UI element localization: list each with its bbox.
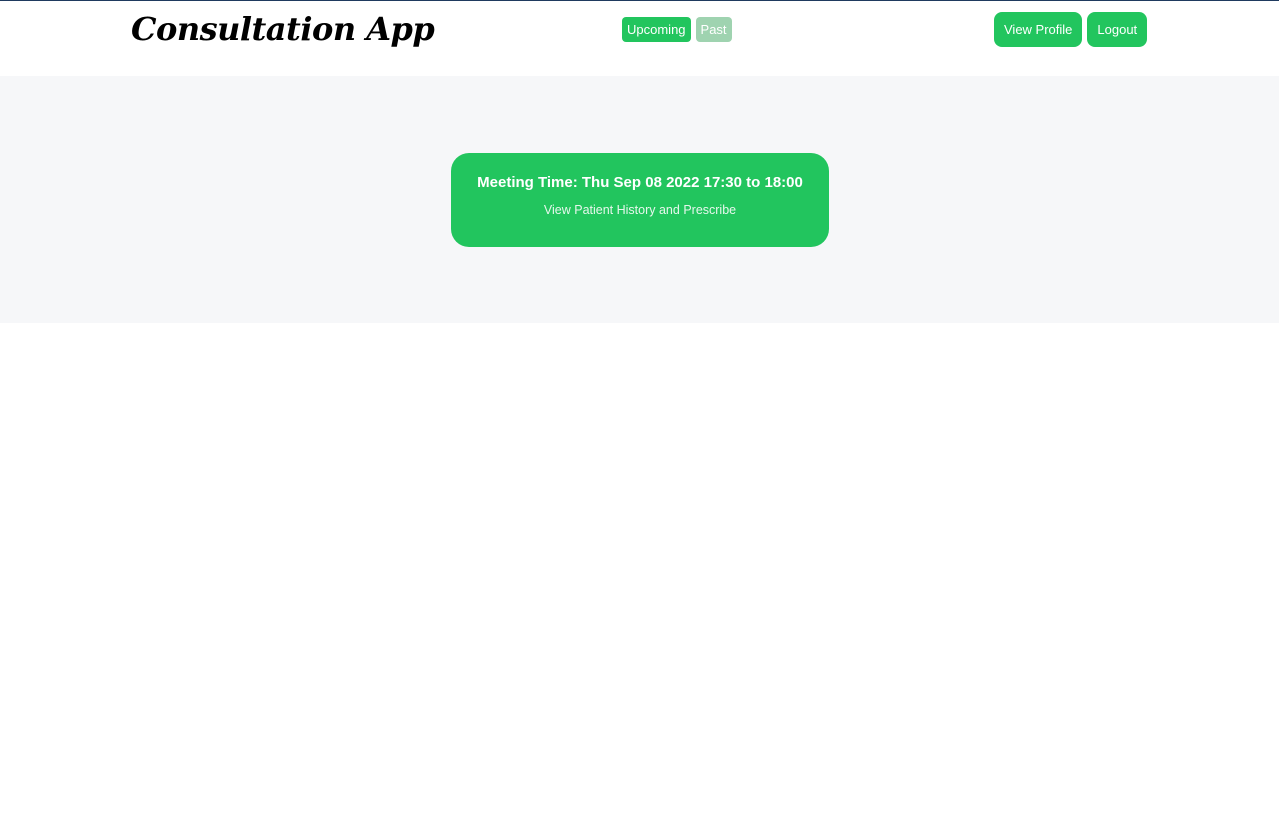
app-logo[interactable]: Consultation App — [131, 10, 435, 48]
logout-button[interactable]: Logout — [1087, 12, 1148, 47]
view-profile-button[interactable]: View Profile — [994, 12, 1083, 47]
meeting-card[interactable]: Meeting Time: Thu Sep 08 2022 17:30 to 1… — [451, 153, 829, 247]
view-patient-history-link[interactable]: View Patient History and Prescribe — [451, 203, 829, 217]
appointment-tabs: Upcoming Past — [622, 17, 732, 42]
appointments-section: Meeting Time: Thu Sep 08 2022 17:30 to 1… — [0, 76, 1279, 323]
header-actions: View Profile Logout — [994, 12, 1148, 47]
tab-upcoming[interactable]: Upcoming — [622, 17, 691, 42]
tab-past[interactable]: Past — [695, 17, 732, 42]
meeting-time: Meeting Time: Thu Sep 08 2022 17:30 to 1… — [477, 174, 803, 191]
navbar: Consultation App Upcoming Past View Prof… — [0, 1, 1279, 76]
